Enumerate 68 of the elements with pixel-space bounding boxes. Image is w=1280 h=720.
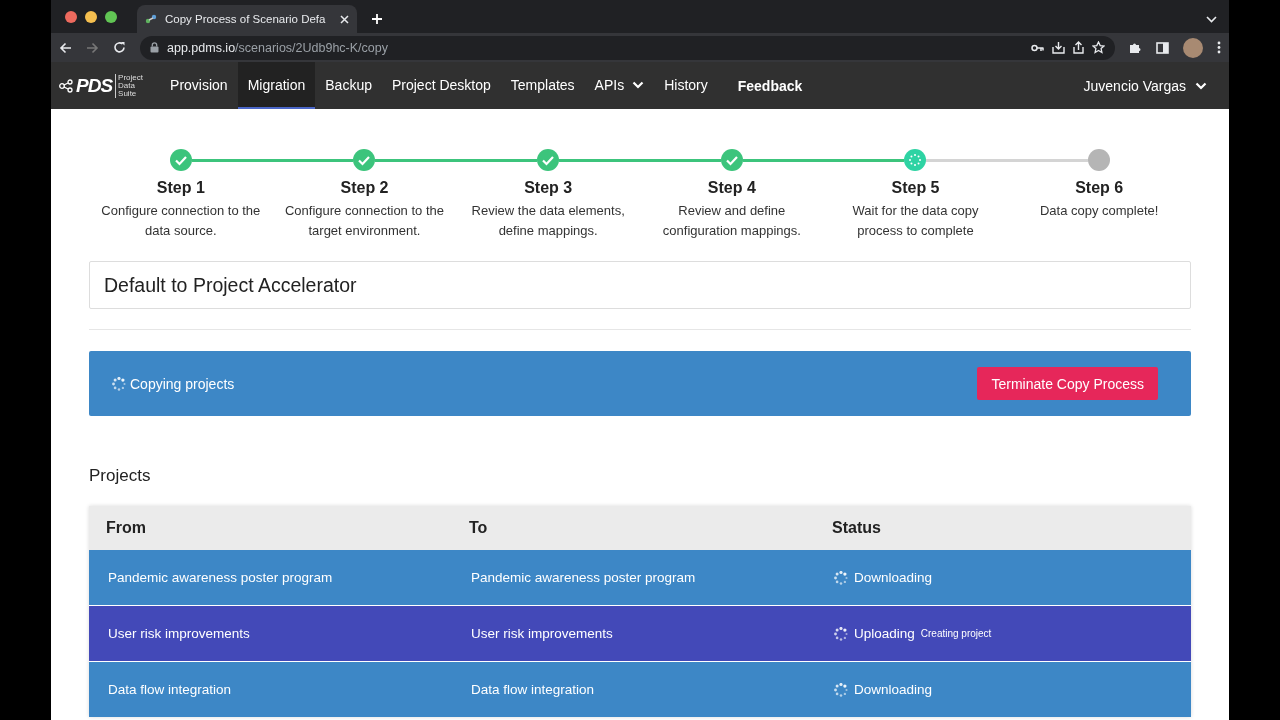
step-title: Step 6 xyxy=(1075,179,1124,197)
zoom-window-button[interactable] xyxy=(105,10,117,23)
key-icon[interactable] xyxy=(1031,43,1044,52)
status-text: Uploading xyxy=(854,626,915,641)
nav-link[interactable]: Templates xyxy=(500,62,585,109)
step-description: Configure connection to the data source. xyxy=(100,202,262,240)
status-detail: Creating project xyxy=(920,628,992,639)
step-description: Wait for the data copy process to complete xyxy=(851,202,980,240)
new-tab-icon[interactable] xyxy=(371,13,383,25)
section-heading: Projects xyxy=(89,466,152,486)
download-icon[interactable] xyxy=(1052,41,1065,54)
column-header: To xyxy=(469,519,489,537)
forward-icon[interactable] xyxy=(86,41,99,54)
spinner-icon xyxy=(834,682,848,697)
nav-link[interactable]: History xyxy=(654,62,718,109)
avatar[interactable] xyxy=(1183,37,1203,58)
step-title: Step 3 xyxy=(524,179,573,197)
table-cell-text: Pandemic awareness poster program xyxy=(471,570,697,585)
back-icon[interactable] xyxy=(59,41,72,54)
terminate-button[interactable]: Terminate Copy Process xyxy=(977,367,1158,400)
address-bar[interactable]: app.pdms.io/scenarios/2Udb9hc-K/copy xyxy=(140,35,1115,60)
tab-title: Copy Process of Scenario Defa xyxy=(165,13,327,25)
chevron-down-icon[interactable] xyxy=(1206,16,1217,23)
column-header: From xyxy=(106,519,147,537)
chevron-down-icon xyxy=(1195,81,1207,90)
side-panel-icon[interactable] xyxy=(1156,41,1169,54)
logo-subtitle: Project Data Suite xyxy=(115,73,155,98)
user-menu[interactable]: Juvencio Vargas xyxy=(1083,62,1207,109)
reload-icon[interactable] xyxy=(113,41,126,54)
table-cell-text: User risk improvements xyxy=(471,626,614,641)
spinner-icon xyxy=(834,570,848,585)
status-text: Downloading xyxy=(854,682,933,697)
table-cell-text: User risk improvements xyxy=(108,626,251,641)
step-title: Step 1 xyxy=(156,179,205,197)
step-title: Step 4 xyxy=(707,179,756,197)
spinner-icon xyxy=(112,376,126,391)
close-window-button[interactable] xyxy=(65,10,77,23)
step-title: Step 2 xyxy=(340,179,389,197)
table-cell-text: Data flow integration xyxy=(108,682,233,697)
step-description: Configure connection to the target environment. xyxy=(284,202,445,240)
scenario-name-field[interactable]: Default to Project Accelerator xyxy=(89,261,1191,309)
step-description: Data copy complete! xyxy=(1039,202,1159,220)
table-cell-text: Data flow integration xyxy=(471,682,596,697)
more-icon[interactable] xyxy=(1217,41,1221,54)
browser-tab[interactable]: Copy Process of Scenario Defa xyxy=(137,5,357,33)
minimize-window-button[interactable] xyxy=(85,10,97,23)
link-icon xyxy=(145,13,157,25)
nav-link[interactable]: Backup xyxy=(315,62,382,109)
table-cell-text: Pandemic awareness poster program xyxy=(108,570,334,585)
lock-icon xyxy=(150,42,159,53)
star-icon[interactable] xyxy=(1092,41,1105,54)
url-text: app.pdms.io/scenarios/2Udb9hc-K/copy xyxy=(167,40,388,55)
nav-link[interactable]: Project Desktop xyxy=(381,62,501,109)
feedback-link[interactable]: Feedback xyxy=(737,62,803,109)
status-text: Downloading xyxy=(854,570,933,585)
close-icon[interactable] xyxy=(340,14,349,24)
logo-text: PDS xyxy=(76,74,113,97)
step-description: Review the data elements, define mappings. xyxy=(470,202,626,240)
progress-message: Copying projects xyxy=(130,375,235,392)
nodes-icon xyxy=(59,78,73,93)
nav-link[interactable]: Provision xyxy=(160,62,238,109)
step-title: Step 5 xyxy=(891,179,940,197)
step-description: Review and define configuration mappings. xyxy=(661,202,802,240)
spinner-icon xyxy=(834,626,848,641)
column-header: Status xyxy=(832,519,882,537)
share-icon[interactable] xyxy=(1073,41,1084,54)
nav-link[interactable]: Migration xyxy=(237,62,316,109)
nav-link[interactable]: APIs xyxy=(584,62,655,109)
